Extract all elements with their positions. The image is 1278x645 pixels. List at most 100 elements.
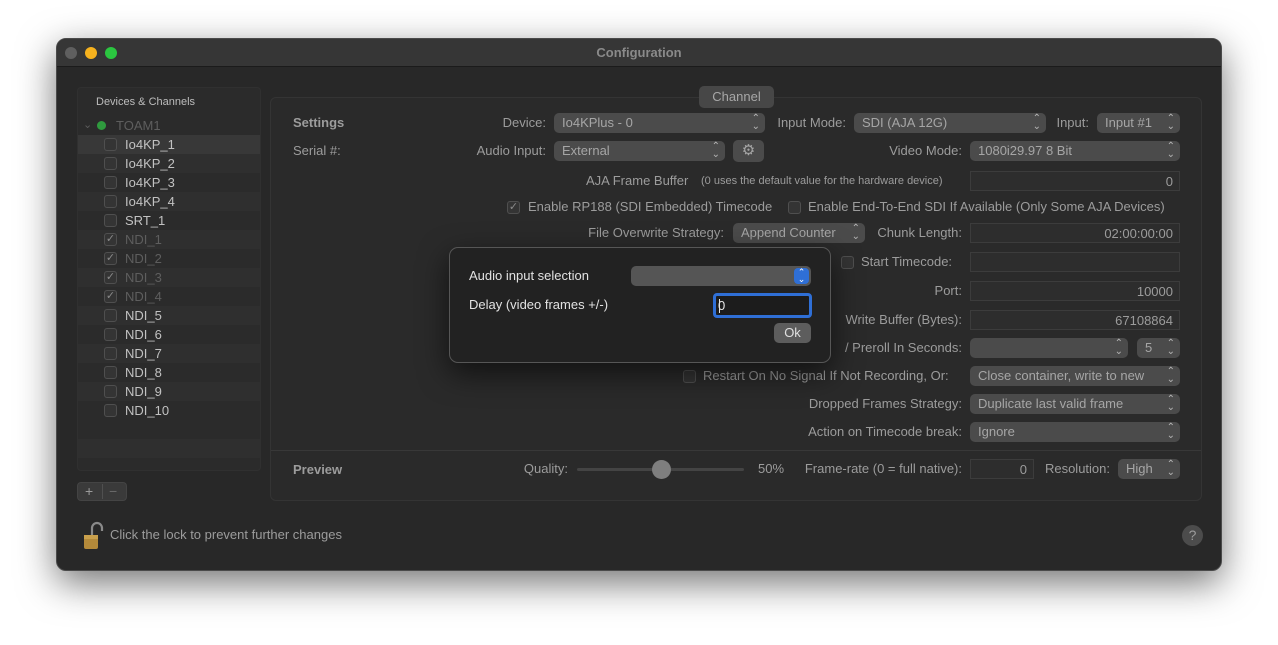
dropped-frames-select[interactable]: Duplicate last valid frame ⌃ ⌄ [970,394,1180,414]
resolution-select[interactable]: High ⌃ ⌄ [1118,459,1180,479]
sidebar-header: Devices & Channels [96,96,196,108]
audio-selection-select[interactable]: ⌃ ⌄ [631,266,811,286]
list-item[interactable]: ✓ NDI_1 [78,230,260,249]
tab-channel[interactable]: Channel [699,86,774,108]
channel-checkbox[interactable] [104,366,117,379]
rp188-checkbox[interactable]: ✓ [507,201,520,214]
channel-label: NDI_3 [125,270,162,285]
window-title: Configuration [596,45,682,60]
configuration-window: Configuration Devices & Channels ⌄ TOAM1… [56,38,1222,571]
channel-label: NDI_5 [125,308,162,323]
channel-checkbox[interactable] [104,385,117,398]
list-item[interactable]: NDI_8 [78,363,260,382]
ok-button[interactable]: Ok [774,323,811,343]
input-select[interactable]: Input #1 ⌃ ⌄ [1097,113,1180,133]
remove-button[interactable]: − [109,483,117,499]
list-item[interactable]: Io4KP_4 [78,192,260,211]
chevron-updown-icon: ⌃ ⌄ [1032,113,1041,132]
channel-checkbox[interactable] [104,214,117,227]
channel-checkbox[interactable] [104,328,117,341]
add-button[interactable]: + [85,483,93,499]
chevron-updown-icon: ⌃ ⌄ [1166,394,1175,413]
chunk-length-field[interactable]: 02:00:00:00 [970,223,1180,243]
device-group-row[interactable]: ⌄ TOAM1 [78,116,260,135]
input-mode-select[interactable]: SDI (AJA 12G) ⌃ ⌄ [854,113,1046,133]
channel-label: SRT_1 [125,213,166,228]
channel-checkbox[interactable] [104,309,117,322]
device-group-label: TOAM1 [116,118,161,133]
list-item[interactable]: NDI_10 [78,401,260,420]
channel-checkbox[interactable] [104,157,117,170]
frame-buffer-label: AJA Frame Buffer [586,173,689,188]
start-timecode-checkbox[interactable] [841,256,854,269]
overwrite-select[interactable]: Append Counter ⌃ ⌄ [733,223,865,243]
checkmark-icon: ✓ [508,201,519,213]
channel-checkbox[interactable] [104,404,117,417]
quality-label: Quality: [523,461,568,476]
quality-slider-thumb[interactable] [651,460,671,479]
lock-icon[interactable] [83,519,105,551]
video-mode-select[interactable]: 1080i29.97 8 Bit ⌃ ⌄ [970,141,1180,161]
channel-label: NDI_10 [125,403,170,418]
settings-heading: Settings [293,115,345,130]
audio-input-dialog: Audio input selection ⌃ ⌄ Delay (video fr… [449,247,831,363]
dropped-frames-label: Dropped Frames Strategy: [808,396,962,411]
restart-select[interactable]: Close container, write to new ⌃ ⌄ [970,366,1180,386]
restart-checkbox[interactable] [683,370,696,383]
separator [271,450,1201,451]
channel-checkbox[interactable]: ✓ [104,252,117,265]
list-item[interactable]: Io4KP_2 [78,154,260,173]
chevron-updown-icon: ⌃ ⌄ [1166,459,1175,478]
list-item[interactable]: NDI_5 [78,306,260,325]
list-item[interactable]: NDI_7 [78,344,260,363]
list-item[interactable]: NDI_6 [78,325,260,344]
list-item[interactable]: Io4KP_1 [78,135,260,154]
chevron-updown-icon: ⌃ ⌄ [1166,422,1175,441]
disclosure-chevron-icon[interactable]: ⌄ [83,118,92,131]
serial-label: Serial #: [293,143,341,158]
framerate-field[interactable]: 0 [970,459,1034,479]
checkmark-icon: ✓ [105,233,116,245]
timecode-break-select[interactable]: Ignore ⌃ ⌄ [970,422,1180,442]
channel-label: NDI_1 [125,232,162,247]
list-item[interactable]: NDI_9 [78,382,260,401]
delay-input[interactable]: 0 [713,293,812,318]
delay-label: Delay (video frames +/-) [469,297,609,312]
list-item[interactable]: SRT_1 [78,211,260,230]
preview-heading: Preview [293,462,343,477]
channel-checkbox[interactable]: ✓ [104,271,117,284]
help-button[interactable]: ? [1182,525,1203,546]
list-item[interactable]: ✓ NDI_2 [78,249,260,268]
channel-checkbox[interactable]: ✓ [104,233,117,246]
list-item[interactable]: ✓ NDI_3 [78,268,260,287]
preroll-seconds-select[interactable]: 5 ⌃ ⌄ [1137,338,1180,358]
list-item[interactable]: Io4KP_3 [78,173,260,192]
channel-checkbox[interactable]: ✓ [104,290,117,303]
channel-checkbox[interactable] [104,176,117,189]
list-item[interactable]: ✓ NDI_4 [78,287,260,306]
timecode-break-label: Action on Timecode break: [808,424,962,439]
write-buffer-field[interactable]: 67108864 [970,310,1180,330]
chevron-updown-icon: ⌃ ⌄ [1166,366,1175,385]
audio-input-label: Audio Input: [476,143,546,158]
channel-checkbox[interactable] [104,347,117,360]
lock-message: Click the lock to prevent further change… [110,527,342,542]
port-field[interactable]: 10000 [970,281,1180,301]
restart-label: Restart On No Signal If Not Recording, O… [703,368,949,383]
channel-label: NDI_8 [125,365,162,380]
device-select[interactable]: Io4KPlus - 0 ⌃ ⌄ [554,113,765,133]
chevron-updown-icon: ⌃ ⌄ [1166,141,1175,160]
overwrite-label: File Overwrite Strategy: [588,225,724,240]
start-timecode-field[interactable] [970,252,1180,272]
framerate-label: Frame-rate (0 = full native): [804,461,962,476]
frame-buffer-hint: (0 uses the default value for the hardwa… [701,175,943,187]
channel-label: Io4KP_1 [125,137,175,152]
audio-input-select[interactable]: External ⌃ ⌄ [554,141,725,161]
audio-settings-button[interactable]: ⚙ [733,140,764,162]
channel-checkbox[interactable] [104,195,117,208]
channel-checkbox[interactable] [104,138,117,151]
start-timecode-label: Start Timecode: [861,254,953,269]
preroll-select[interactable]: ⌃ ⌄ [970,338,1128,358]
end-to-end-checkbox[interactable] [788,201,801,214]
frame-buffer-field[interactable]: 0 [970,171,1180,191]
